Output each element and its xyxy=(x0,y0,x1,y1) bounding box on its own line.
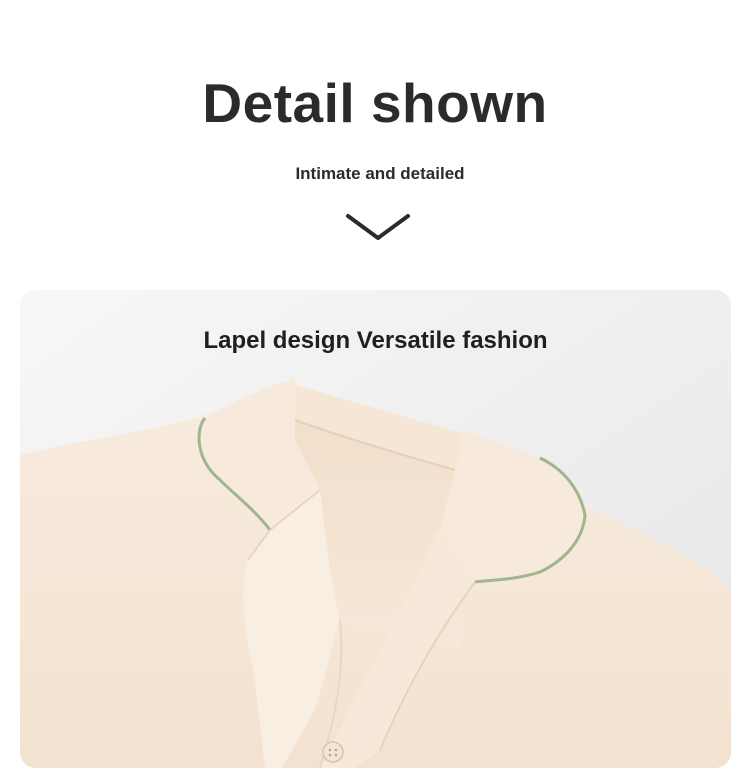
product-photo: Lapel design Versatile fashion xyxy=(20,290,731,768)
page-subtitle: Intimate and detailed xyxy=(295,164,465,183)
photo-caption: Lapel design Versatile fashion xyxy=(203,327,548,354)
page-title: Detail shown xyxy=(202,72,548,134)
shirt-collar-illustration xyxy=(20,290,731,768)
button-icon xyxy=(322,741,344,763)
chevron-down-icon xyxy=(346,214,410,240)
